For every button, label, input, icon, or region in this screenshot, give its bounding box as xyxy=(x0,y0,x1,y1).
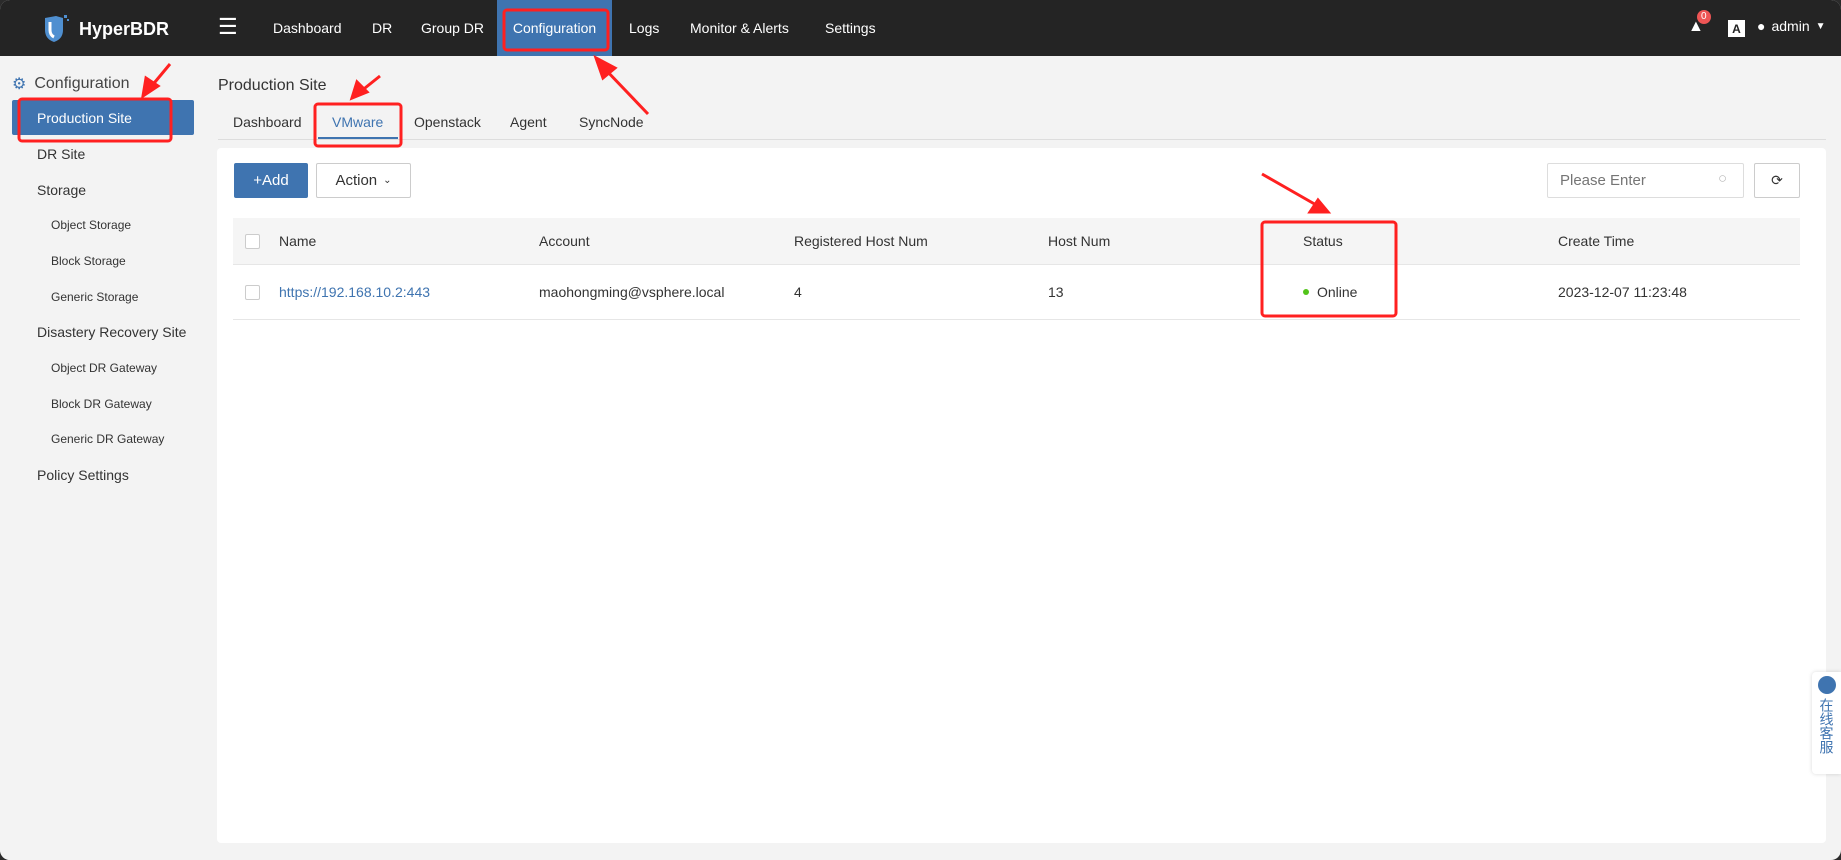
online-support-label: 在线客服 xyxy=(1818,698,1835,754)
search-input[interactable] xyxy=(1547,163,1744,198)
gear-icon: ⚙ xyxy=(12,76,27,93)
table-header: Name Account Registered Host Num Host Nu… xyxy=(233,218,1800,265)
headset-icon xyxy=(1817,676,1836,694)
alerts-button[interactable]: ▲ 0 xyxy=(1688,10,1711,36)
sidebar-title-text: Configuration xyxy=(34,75,130,92)
menu-toggle-icon[interactable]: ☰ xyxy=(218,14,238,40)
row-name-link[interactable]: https://192.168.10.2:443 xyxy=(279,265,430,319)
language-icon[interactable]: A xyxy=(1728,20,1745,37)
page-title: Production Site xyxy=(218,77,327,94)
caret-down-icon: ▼ xyxy=(1815,20,1826,32)
nav-dr[interactable]: DR xyxy=(362,0,402,56)
col-host-num[interactable]: Host Num xyxy=(1048,218,1110,264)
refresh-icon: ⟳ xyxy=(1771,172,1783,188)
action-dropdown[interactable]: Action ⌄ xyxy=(316,163,411,198)
sidebar-item-storage[interactable]: Storage xyxy=(37,182,86,198)
sidebar-item-generic-storage[interactable]: Generic Storage xyxy=(51,290,138,304)
table-row: https://192.168.10.2:443 maohongming@vsp… xyxy=(233,265,1800,320)
app-name: HyperBDR xyxy=(79,18,170,39)
sidebar-item-dr-site[interactable]: DR Site xyxy=(37,146,85,162)
tab-syncnode[interactable]: SyncNode xyxy=(579,114,644,130)
tab-vmware[interactable]: VMware xyxy=(332,114,383,130)
alert-count-badge: 0 xyxy=(1697,10,1711,24)
annotation-arrow-tab xyxy=(359,74,381,94)
username: admin xyxy=(1771,18,1810,34)
row-checkbox[interactable] xyxy=(245,284,260,300)
col-create-time[interactable]: Create Time xyxy=(1558,218,1634,264)
chevron-down-icon: ⌄ xyxy=(383,175,392,186)
top-bar: HyperBDR ☰ Dashboard DR Group DR Configu… xyxy=(0,0,1841,56)
action-label: Action xyxy=(335,172,378,189)
sidebar-item-generic-dr-gateway[interactable]: Generic DR Gateway xyxy=(51,432,164,446)
sidebar-item-block-storage[interactable]: Block Storage xyxy=(51,254,126,268)
tab-openstack[interactable]: Openstack xyxy=(414,114,481,130)
col-name[interactable]: Name xyxy=(279,218,316,264)
sidebar-item-object-storage[interactable]: Object Storage xyxy=(51,218,131,232)
nav-logs[interactable]: Logs xyxy=(619,0,669,56)
sidebar-title: ⚙ Configuration xyxy=(12,74,130,94)
select-all-checkbox[interactable] xyxy=(245,233,260,249)
nav-monitor-alerts[interactable]: Monitor & Alerts xyxy=(680,0,799,56)
active-tab-indicator xyxy=(318,137,398,139)
search-icon: ○ xyxy=(1718,170,1728,187)
status-dot-icon xyxy=(1303,289,1309,295)
online-support-widget[interactable]: 在线客服 xyxy=(1812,672,1841,774)
row-account: maohongming@vsphere.local xyxy=(539,284,725,300)
nav-dashboard[interactable]: Dashboard xyxy=(263,0,352,56)
nav-settings[interactable]: Settings xyxy=(815,0,886,56)
user-menu[interactable]: ● admin ▼ xyxy=(1757,18,1826,34)
add-button[interactable]: +Add xyxy=(234,163,308,198)
sidebar xyxy=(0,56,205,860)
sidebar-item-disaster-recovery-site[interactable]: Disastery Recovery Site xyxy=(37,324,186,340)
annotation-arrow-nav xyxy=(602,66,650,116)
col-registered-host-num[interactable]: Registered Host Num xyxy=(794,218,928,264)
row-create-time: 2023-12-07 11:23:48 xyxy=(1558,284,1687,300)
sidebar-item-object-dr-gateway[interactable]: Object DR Gateway xyxy=(51,361,157,375)
tab-dashboard[interactable]: Dashboard xyxy=(233,114,302,130)
refresh-button[interactable]: ⟳ xyxy=(1754,163,1800,198)
logo[interactable]: HyperBDR xyxy=(41,14,169,44)
nav-configuration[interactable]: Configuration xyxy=(497,0,612,56)
tab-agent[interactable]: Agent xyxy=(510,114,547,130)
row-status: Online xyxy=(1303,265,1357,319)
row-registered-host-num: 4 xyxy=(794,284,802,300)
col-account[interactable]: Account xyxy=(539,218,590,264)
nav-group-dr[interactable]: Group DR xyxy=(411,0,494,56)
user-icon: ● xyxy=(1757,18,1766,34)
status-text: Online xyxy=(1317,284,1358,300)
sidebar-item-production-site-label[interactable]: Production Site xyxy=(37,110,132,126)
tab-divider xyxy=(218,139,1826,140)
sidebar-item-policy-settings[interactable]: Policy Settings xyxy=(37,467,129,483)
col-status[interactable]: Status xyxy=(1303,218,1343,264)
row-host-num: 13 xyxy=(1048,284,1064,300)
shield-logo-icon xyxy=(45,15,69,42)
sidebar-item-block-dr-gateway[interactable]: Block DR Gateway xyxy=(51,397,152,411)
